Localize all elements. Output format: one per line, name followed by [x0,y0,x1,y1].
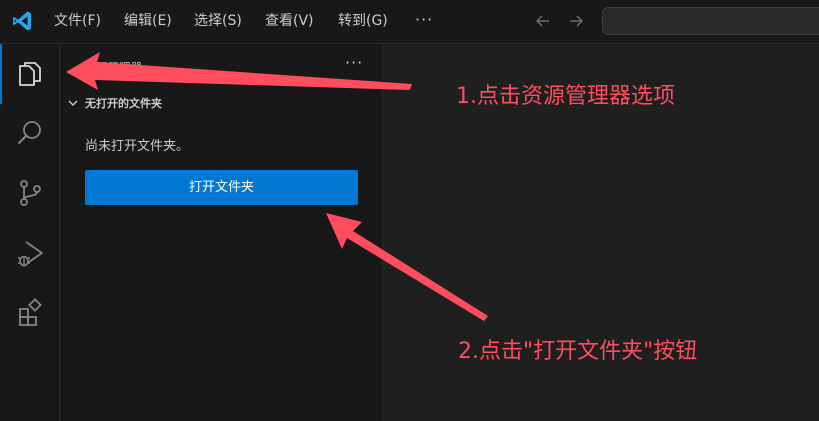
extensions-icon[interactable] [14,297,46,329]
menu-view[interactable]: 查看(V) [265,12,314,30]
explorer-more-button[interactable]: ··· [345,53,363,72]
vscode-logo-icon [13,11,31,31]
explorer-sidebar: 资源管理器 ··· 无打开的文件夹 尚未打开文件夹。 打开文件夹 [61,44,383,421]
forward-arrow-icon[interactable] [566,11,586,31]
menu-selection[interactable]: 选择(S) [194,12,242,30]
command-center-search[interactable] [602,7,819,35]
open-folder-button[interactable]: 打开文件夹 [85,170,358,205]
source-control-icon[interactable] [14,177,46,209]
active-indicator [0,44,2,104]
empty-folder-message: 尚未打开文件夹。 [85,139,190,154]
explorer-title: 资源管理器 [85,61,143,74]
menu-file[interactable]: 文件(F) [54,12,101,30]
annotation-step1: 1.点击资源管理器选项 [456,84,675,109]
activity-bar [0,44,60,421]
run-debug-icon[interactable] [14,237,46,269]
chevron-down-icon [68,100,78,106]
annotation-step2: 2.点击"打开文件夹"按钮 [458,339,698,364]
back-arrow-icon[interactable] [533,11,553,31]
title-bar: 文件(F) 编辑(E) 选择(S) 查看(V) 转到(G) ··· [0,0,819,44]
section-title: 无打开的文件夹 [85,97,162,110]
menu-more-button[interactable]: ··· [415,10,433,29]
no-folder-section-header[interactable]: 无打开的文件夹 [65,94,162,112]
files-icon[interactable] [14,57,46,89]
menu-edit[interactable]: 编辑(E) [124,12,172,30]
search-icon[interactable] [14,117,46,149]
menu-go[interactable]: 转到(G) [338,12,388,30]
